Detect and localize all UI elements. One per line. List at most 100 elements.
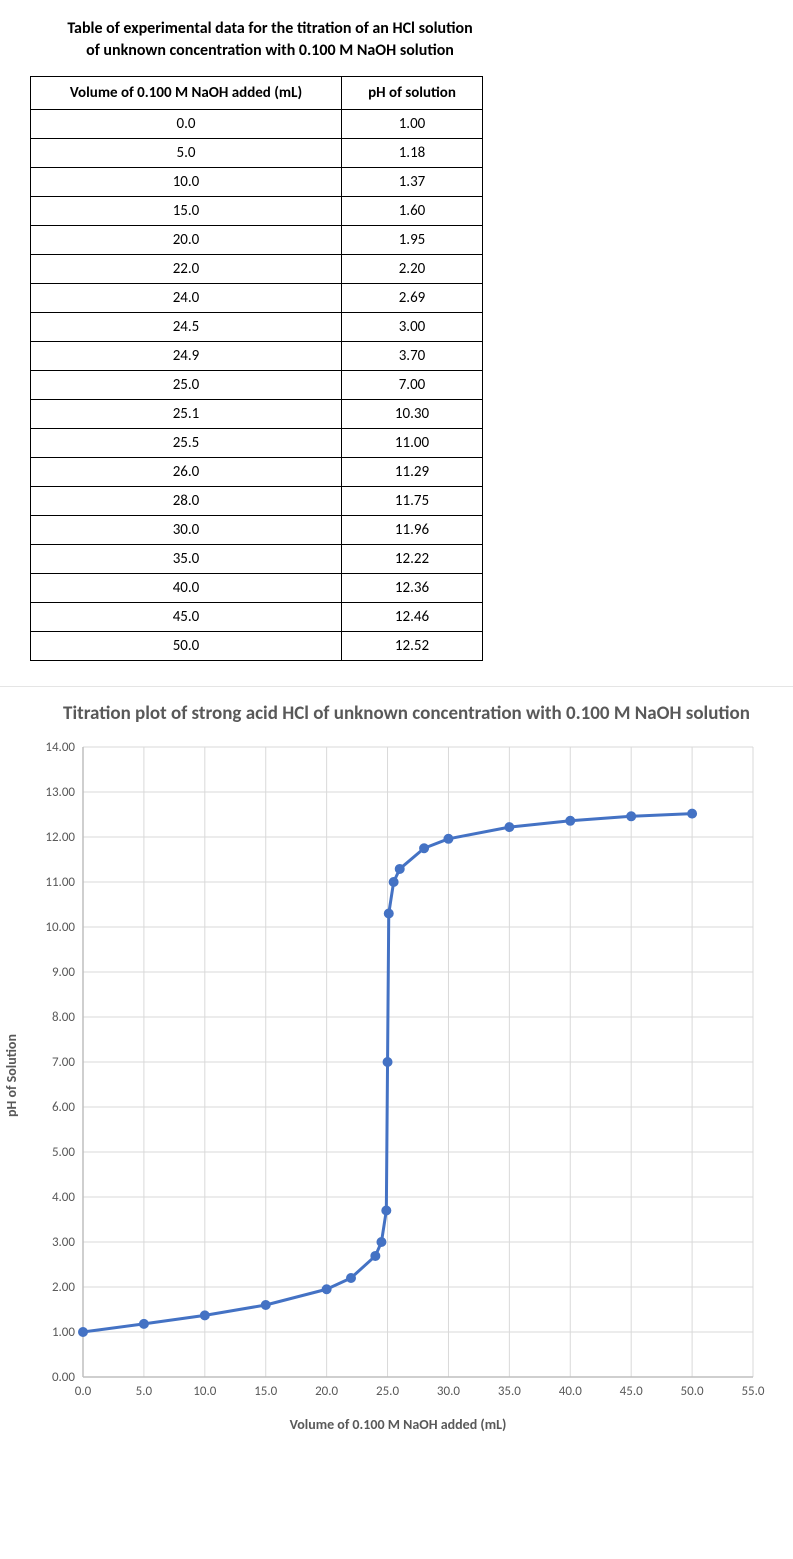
y-axis-label: pH of Solution (3, 1034, 20, 1117)
cell-volume: 26.0 (31, 458, 342, 487)
data-point (566, 816, 575, 825)
chart-title: Titration plot of strong acid HCl of unk… (60, 701, 753, 727)
x-tick-label: 50.0 (681, 1384, 704, 1399)
table-row: 25.07.00 (31, 371, 483, 400)
y-tick-label: 7.00 (52, 1055, 75, 1070)
table-row: 30.011.96 (31, 516, 483, 545)
cell-volume: 30.0 (31, 516, 342, 545)
cell-ph: 1.37 (342, 168, 483, 197)
cell-volume: 40.0 (31, 574, 342, 603)
data-point (347, 1273, 356, 1282)
cell-ph: 1.00 (342, 110, 483, 139)
cell-ph: 3.70 (342, 342, 483, 371)
data-point (377, 1237, 386, 1246)
cell-ph: 11.75 (342, 487, 483, 516)
col-header-ph: pH of solution (342, 77, 483, 110)
table-row: 10.01.37 (31, 168, 483, 197)
cell-ph: 11.96 (342, 516, 483, 545)
table-row: 26.011.29 (31, 458, 483, 487)
data-point (389, 877, 398, 886)
table-row: 24.93.70 (31, 342, 483, 371)
data-point (688, 809, 697, 818)
cell-volume: 25.0 (31, 371, 342, 400)
table-row: 24.02.69 (31, 284, 483, 313)
table-row: 25.511.00 (31, 429, 483, 458)
data-point (261, 1300, 270, 1309)
cell-ph: 10.30 (342, 400, 483, 429)
x-tick-label: 5.0 (136, 1384, 153, 1399)
cell-volume: 20.0 (31, 226, 342, 255)
cell-volume: 0.0 (31, 110, 342, 139)
cell-ph: 2.20 (342, 255, 483, 284)
cell-ph: 12.36 (342, 574, 483, 603)
titration-chart: 0.001.002.003.004.005.006.007.008.009.00… (8, 737, 778, 1407)
y-tick-label: 11.00 (45, 875, 75, 890)
cell-ph: 1.60 (342, 197, 483, 226)
data-point (322, 1285, 331, 1294)
data-point (384, 909, 393, 918)
table-header-row: Volume of 0.100 M NaOH added (mL) pH of … (31, 77, 483, 110)
y-tick-label: 2.00 (52, 1280, 75, 1295)
table-row: 25.110.30 (31, 400, 483, 429)
x-tick-label: 55.0 (741, 1384, 764, 1399)
y-tick-label: 1.00 (52, 1325, 75, 1340)
cell-ph: 11.00 (342, 429, 483, 458)
cell-volume: 22.0 (31, 255, 342, 284)
cell-ph: 12.22 (342, 545, 483, 574)
y-tick-label: 4.00 (52, 1190, 75, 1205)
data-table: Volume of 0.100 M NaOH added (mL) pH of … (30, 76, 483, 661)
table-row: 5.01.18 (31, 139, 483, 168)
y-tick-label: 5.00 (52, 1145, 75, 1160)
y-tick-label: 10.00 (45, 920, 75, 935)
data-point (139, 1319, 148, 1328)
cell-ph: 12.46 (342, 603, 483, 632)
y-tick-label: 6.00 (52, 1100, 75, 1115)
cell-ph: 12.52 (342, 632, 483, 661)
data-point (395, 864, 404, 873)
y-tick-label: 14.00 (45, 740, 75, 755)
table-row: 45.012.46 (31, 603, 483, 632)
cell-ph: 3.00 (342, 313, 483, 342)
cell-volume: 25.5 (31, 429, 342, 458)
cell-volume: 28.0 (31, 487, 342, 516)
cell-volume: 25.1 (31, 400, 342, 429)
x-tick-label: 10.0 (193, 1384, 216, 1399)
cell-volume: 15.0 (31, 197, 342, 226)
table-title: Table of experimental data for the titra… (60, 18, 480, 61)
x-tick-label: 0.0 (75, 1384, 92, 1399)
data-point (627, 812, 636, 821)
cell-volume: 24.0 (31, 284, 342, 313)
data-point (79, 1327, 88, 1336)
cell-volume: 35.0 (31, 545, 342, 574)
table-row: 40.012.36 (31, 574, 483, 603)
cell-volume: 10.0 (31, 168, 342, 197)
table-row: 20.01.95 (31, 226, 483, 255)
section-divider (0, 686, 793, 687)
cell-volume: 24.5 (31, 313, 342, 342)
x-tick-label: 45.0 (620, 1384, 643, 1399)
table-row: 24.53.00 (31, 313, 483, 342)
y-tick-label: 13.00 (45, 785, 75, 800)
cell-ph: 2.69 (342, 284, 483, 313)
chart-container: pH of Solution 0.001.002.003.004.005.006… (8, 737, 793, 1432)
y-tick-label: 3.00 (52, 1235, 75, 1250)
data-point (444, 834, 453, 843)
x-tick-label: 35.0 (498, 1384, 521, 1399)
cell-ph: 7.00 (342, 371, 483, 400)
y-tick-label: 8.00 (52, 1010, 75, 1025)
table-row: 0.01.00 (31, 110, 483, 139)
x-tick-label: 30.0 (437, 1384, 460, 1399)
cell-ph: 1.95 (342, 226, 483, 255)
cell-volume: 45.0 (31, 603, 342, 632)
table-row: 35.012.22 (31, 545, 483, 574)
x-tick-label: 15.0 (254, 1384, 277, 1399)
x-tick-label: 20.0 (315, 1384, 338, 1399)
y-tick-label: 0.00 (52, 1370, 75, 1385)
data-point (200, 1311, 209, 1320)
data-point (371, 1251, 380, 1260)
data-point (505, 822, 514, 831)
data-point (383, 1057, 392, 1066)
cell-volume: 5.0 (31, 139, 342, 168)
cell-volume: 24.9 (31, 342, 342, 371)
cell-ph: 11.29 (342, 458, 483, 487)
